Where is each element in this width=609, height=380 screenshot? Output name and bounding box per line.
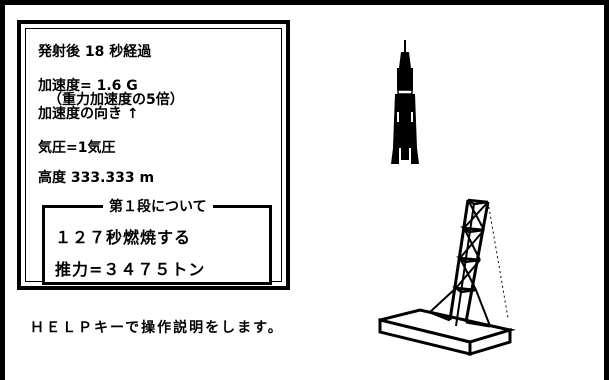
stage-burn-time: １２７秒燃焼する xyxy=(55,228,192,247)
acceleration-direction-label: 加速度の向き ↑ xyxy=(38,106,139,122)
flight-info-inner-border: 発射後 18 秒経過 加速度= 1.6 G （重力加速度の5倍） 加速度の向き … xyxy=(25,28,282,285)
flight-info-panel: 発射後 18 秒経過 加速度= 1.6 G （重力加速度の5倍） 加速度の向き … xyxy=(17,20,290,290)
stage-thrust: 推力=３４７５トン xyxy=(55,260,206,279)
altitude-label: 高度 333.333 m xyxy=(38,170,155,186)
stage-info-heading: 第１段について xyxy=(103,196,213,216)
stage-info-box: 第１段について １２７秒燃焼する 推力=３４７５トン xyxy=(42,196,272,285)
pressure-label: 気圧=1気圧 xyxy=(38,140,116,156)
launch-tower-icon xyxy=(378,198,516,357)
rocket-icon xyxy=(391,40,419,164)
elapsed-time-label: 発射後 18 秒経過 xyxy=(38,44,152,60)
help-hint: ＨＥＬＰキーで操作説明をします。 xyxy=(30,320,284,336)
